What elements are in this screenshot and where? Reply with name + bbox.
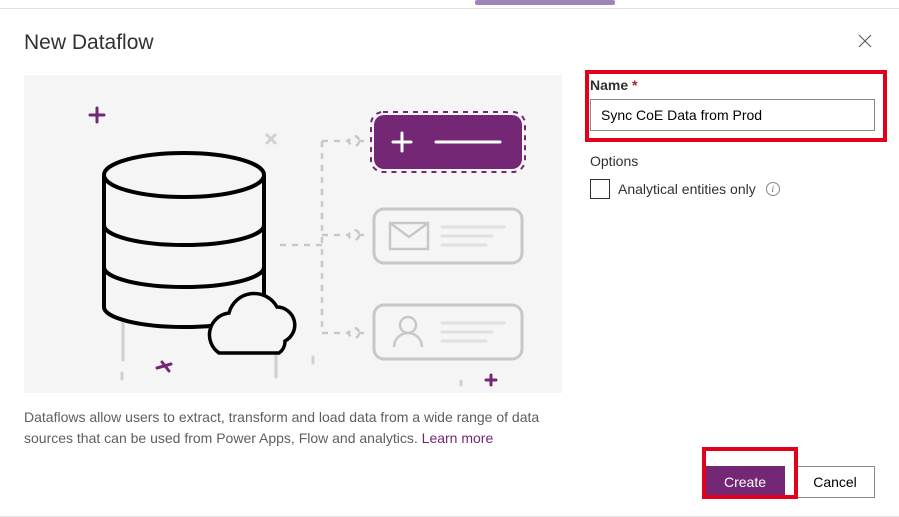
options-heading: Options [590, 153, 875, 169]
dialog-body: Dataflows allow users to extract, transf… [24, 75, 875, 450]
analytical-checkbox-row: Analytical entities only i [590, 179, 875, 199]
dataflow-illustration [24, 75, 562, 393]
new-dataflow-dialog: New Dataflow [0, 8, 899, 517]
close-icon [858, 34, 872, 48]
required-asterisk: * [632, 77, 637, 93]
left-column: Dataflows allow users to extract, transf… [24, 75, 562, 450]
name-input[interactable] [590, 99, 875, 131]
description-text: Dataflows allow users to extract, transf… [24, 407, 562, 449]
dialog-footer: Create Cancel [24, 466, 875, 498]
background-strip [0, 0, 899, 8]
cancel-button[interactable]: Cancel [795, 466, 875, 498]
analytical-checkbox[interactable] [590, 179, 610, 199]
name-label: Name * [590, 77, 875, 93]
dialog-title: New Dataflow [24, 31, 154, 55]
learn-more-link[interactable]: Learn more [422, 430, 494, 446]
partial-button-fragment [475, 0, 615, 5]
right-column: Name * Options Analytical entities only … [590, 75, 875, 450]
create-button[interactable]: Create [705, 466, 785, 498]
name-field-group: Name * [590, 77, 875, 131]
analytical-label: Analytical entities only [618, 181, 756, 197]
name-label-text: Name [590, 77, 628, 93]
close-button[interactable] [855, 31, 875, 51]
dialog-header: New Dataflow [24, 31, 875, 55]
info-icon[interactable]: i [766, 182, 780, 196]
